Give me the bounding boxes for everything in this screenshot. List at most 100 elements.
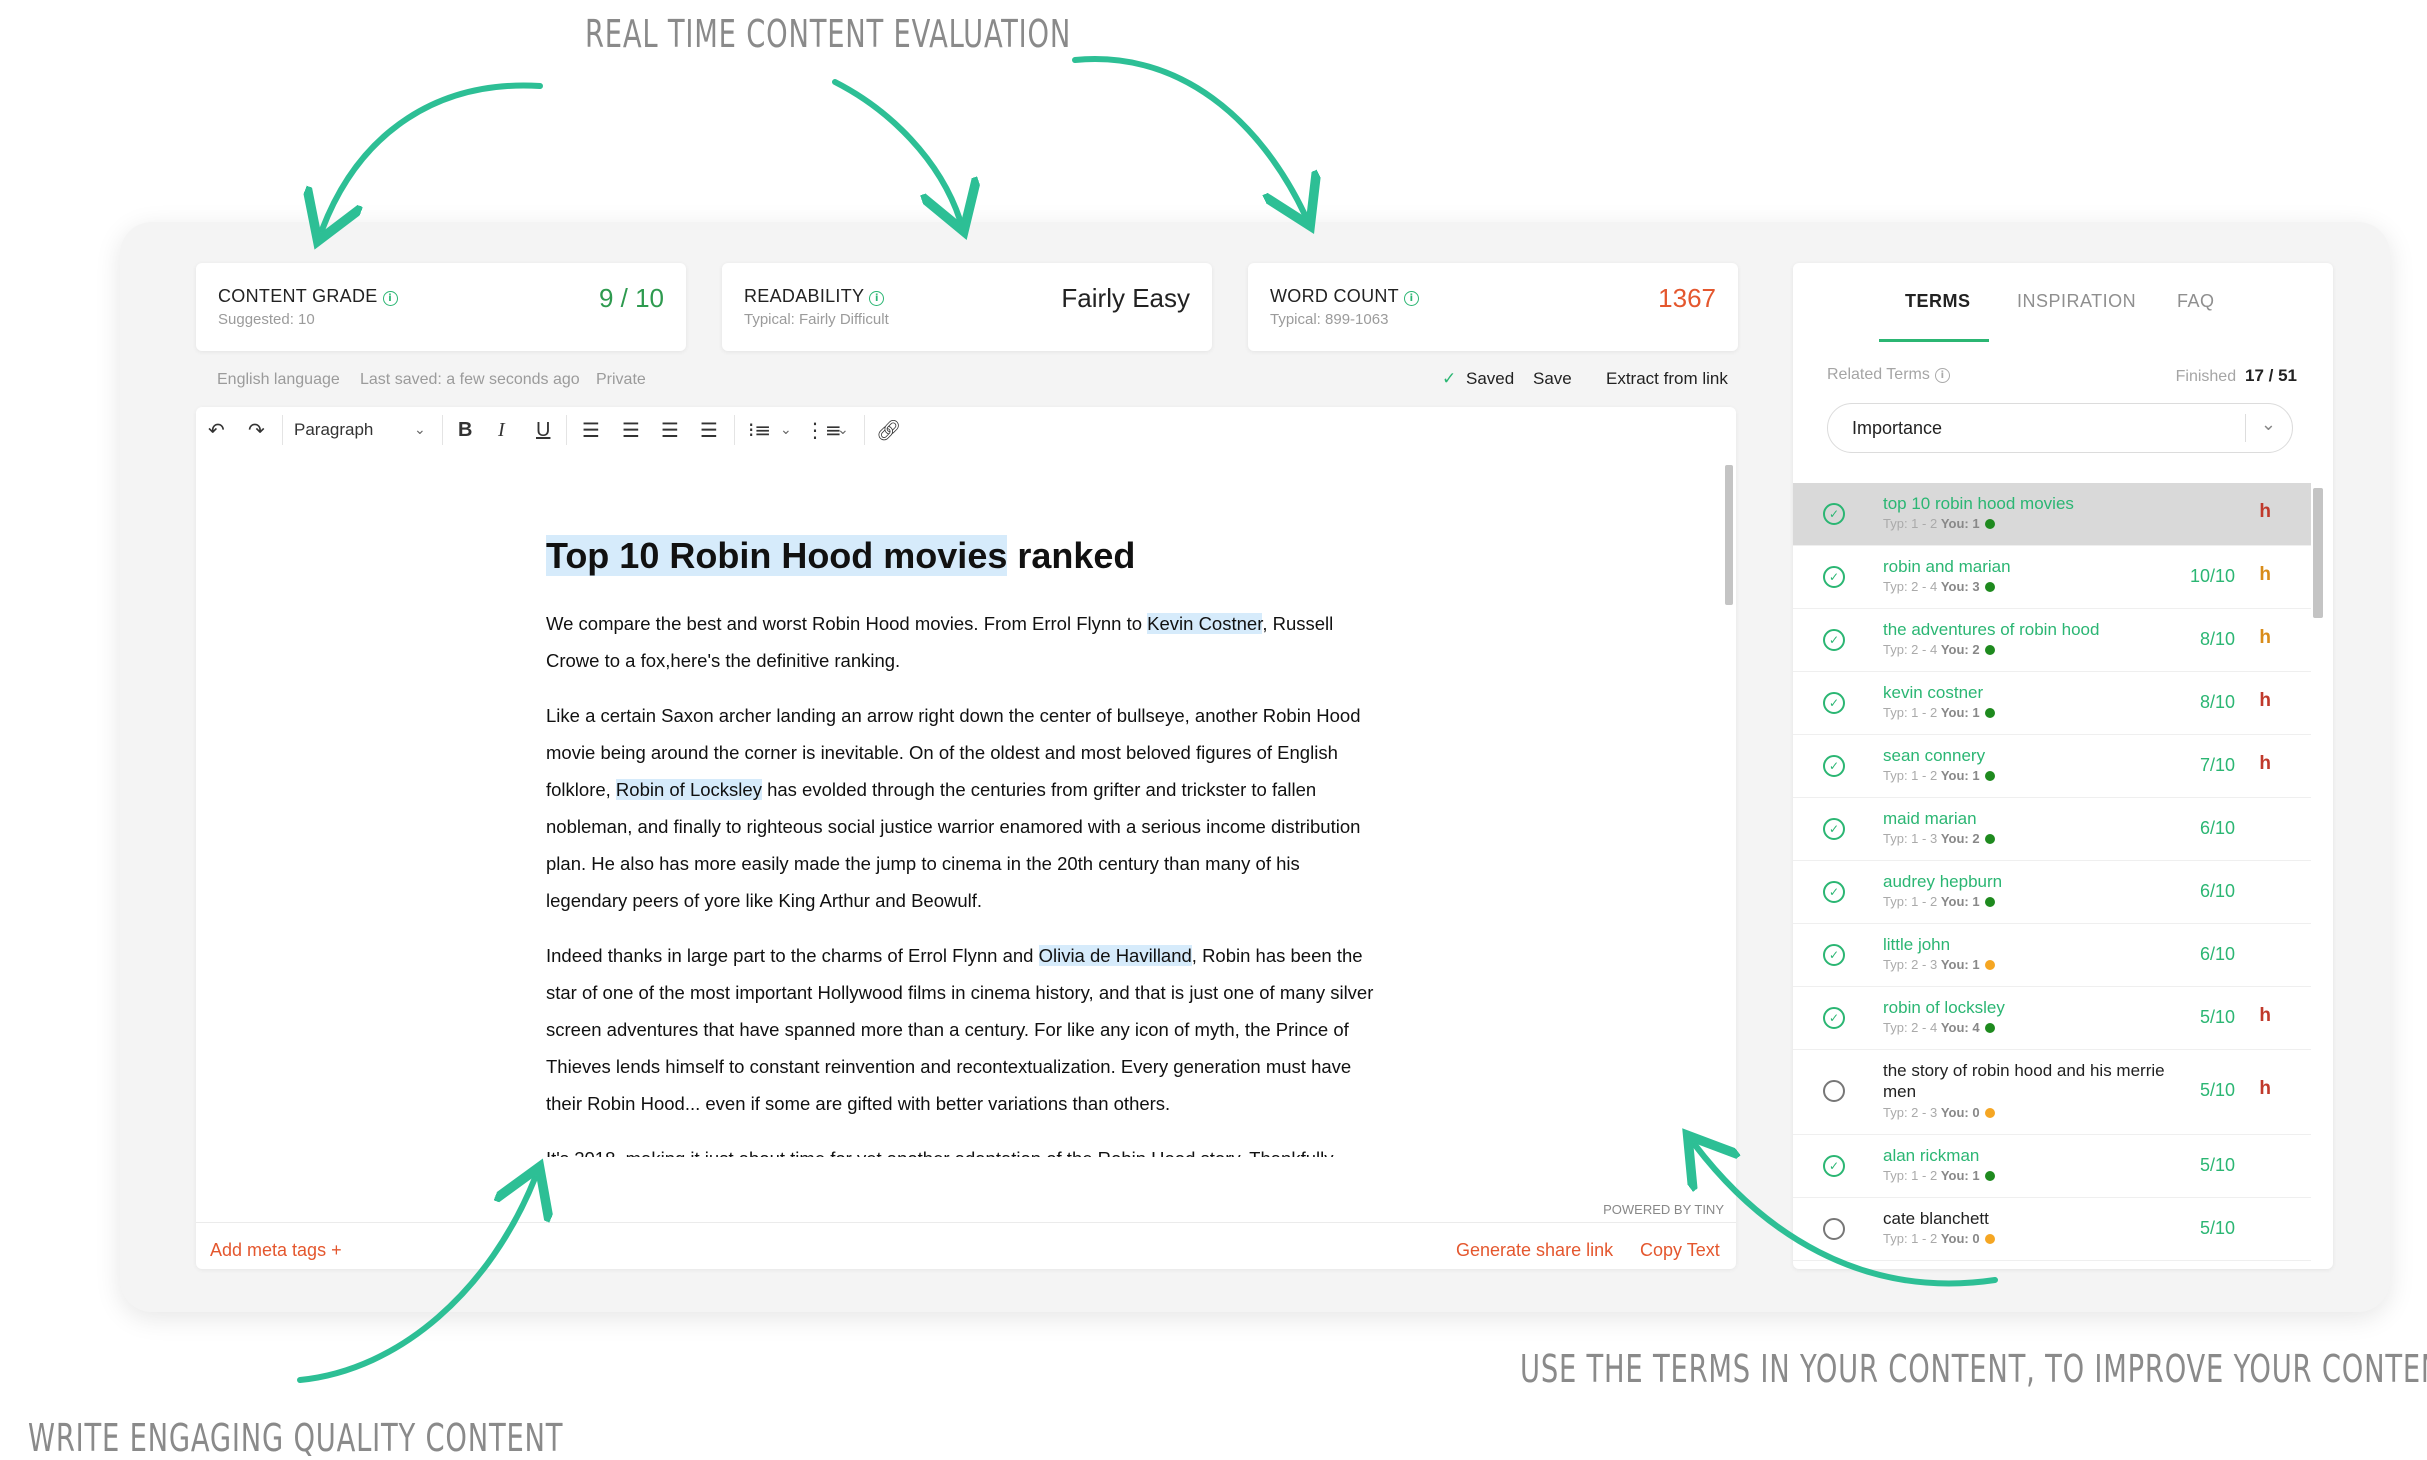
term-you-count: You: 0 <box>1940 1231 1980 1246</box>
term-you-count: You: 1 <box>1940 516 1980 531</box>
heading-flag: h <box>2259 753 2271 774</box>
align-center-icon[interactable]: ☰ <box>622 417 640 443</box>
document-title[interactable]: Top 10 Robin Hood movies ranked <box>546 535 1386 577</box>
word-count-typical: Typical: 899-1063 <box>1270 311 1389 328</box>
tab-faq[interactable]: FAQ <box>2177 291 2215 312</box>
paragraph[interactable]: It's 2018, making it just about time for… <box>546 1140 1386 1157</box>
term-name: alan rickman <box>1883 1146 1980 1165</box>
arrow-to-readability <box>832 79 960 220</box>
annotation-bottom-left: WRITE ENGAGING QUALITY CONTENT <box>28 1416 564 1460</box>
paragraph[interactable]: Like a certain Saxon archer landing an a… <box>546 697 1386 919</box>
term-row[interactable]: ✓ robin of locksley Typ: 2 - 4 You: 4 5/10 h <box>1793 987 2311 1050</box>
term-row[interactable]: ✓ sean connery Typ: 1 - 2 You: 1 7/10 h <box>1793 735 2311 798</box>
term-usage: Typ: 2 - 3 You: 0 <box>1883 1105 1995 1120</box>
align-left-icon[interactable]: ☰ <box>582 417 600 443</box>
term-typical: Typ: 1 - 2 <box>1883 516 1938 531</box>
term-row[interactable]: the story of robin hood and his merrie m… <box>1793 1050 2311 1135</box>
info-icon[interactable]: i <box>869 291 885 306</box>
generate-share-link-button[interactable]: Generate share link <box>1456 1240 1613 1261</box>
extract-from-link-button[interactable]: Extract from link <box>1606 369 1728 389</box>
paragraph[interactable]: We compare the best and worst Robin Hood… <box>546 605 1386 679</box>
term-usage: Typ: 1 - 2 You: 1 <box>1883 768 1995 783</box>
privacy-label[interactable]: Private <box>596 371 646 389</box>
term-usage: Typ: 2 - 4 You: 3 <box>1883 579 1995 594</box>
check-circle-icon: ✓ <box>1823 503 1845 525</box>
tab-inspiration[interactable]: INSPIRATION <box>2017 291 2136 312</box>
bold-button[interactable]: B <box>458 417 472 443</box>
status-dot <box>1984 645 1995 655</box>
text: , Robin has been the star of one of the … <box>546 945 1374 1114</box>
info-icon[interactable]: i <box>1403 291 1419 306</box>
term-row[interactable]: ✓ the adventures of robin hood Typ: 2 - 4 … <box>1793 609 2311 672</box>
term-usage: Typ: 1 - 2 You: 0 <box>1883 1231 1995 1246</box>
document-body[interactable]: Top 10 Robin Hood movies ranked We compa… <box>546 527 1386 1157</box>
save-button[interactable]: Save <box>1533 369 1572 389</box>
heading-flag: h <box>2259 501 2271 522</box>
copy-text-button[interactable]: Copy Text <box>1640 1240 1720 1261</box>
bullet-list-icon[interactable]: ⁝≡ <box>748 417 771 443</box>
redo-icon[interactable]: ↷ <box>248 417 265 443</box>
term-name: sean connery <box>1883 746 1986 765</box>
term-typical: Typ: 1 - 2 <box>1883 1168 1938 1183</box>
term-row[interactable]: ✓ robin and marian Typ: 2 - 4 You: 3 10/10 h <box>1793 546 2311 609</box>
text: We compare the best and worst Robin Hood… <box>546 613 1148 634</box>
tab-terms[interactable]: TERMS <box>1905 291 1971 312</box>
term-you-count: You: 1 <box>1940 894 1980 909</box>
link-icon[interactable]: 🔗︎ <box>876 417 901 443</box>
language-label[interactable]: English language <box>217 371 340 389</box>
term-row[interactable]: cate blanchett Typ: 1 - 2 You: 0 5/10 <box>1793 1198 2311 1261</box>
term-score: 8/10 <box>2199 629 2235 649</box>
chevron-down-icon[interactable]: ⌄ <box>837 417 849 443</box>
term-row[interactable]: ✓ maid marian Typ: 1 - 3 You: 2 6/10 <box>1793 798 2311 861</box>
content-grade-suggested: Suggested: 10 <box>218 311 315 328</box>
word-count-card: WORD COUNT i Typical: 899-1063 1367 <box>1248 263 1738 351</box>
title-highlight: Top 10 Robin Hood movies <box>546 535 1008 576</box>
sort-select[interactable]: Importance ⌄ <box>1827 403 2293 453</box>
undo-icon[interactable]: ↶ <box>208 417 225 443</box>
readability-typical: Typical: Fairly Difficult <box>744 311 889 328</box>
format-select[interactable]: Paragraph <box>294 417 373 443</box>
status-dot <box>1984 771 1995 781</box>
align-justify-icon[interactable]: ☰ <box>700 417 718 443</box>
term-you-count: You: 1 <box>1940 957 1980 972</box>
italic-button[interactable]: I <box>498 417 505 443</box>
sidebar-scrollbar[interactable] <box>2313 488 2323 618</box>
heading-flag: h <box>2259 627 2271 648</box>
check-circle-icon: ✓ <box>1823 881 1845 903</box>
term-typical: Typ: 1 - 2 <box>1883 894 1938 909</box>
check-circle-icon: ✓ <box>1823 566 1845 588</box>
term-name: robin and marian <box>1883 557 2011 576</box>
term-you-count: You: 4 <box>1940 1020 1980 1035</box>
term-usage: Typ: 1 - 3 You: 2 <box>1883 831 1995 846</box>
underline-button[interactable]: U <box>536 417 550 443</box>
term-you-count: You: 1 <box>1940 705 1980 720</box>
add-meta-tags-button[interactable]: Add meta tags + <box>210 1240 342 1261</box>
content-grade-card: CONTENT GRADE i Suggested: 10 9 / 10 <box>196 263 686 351</box>
finished-label: Finished <box>2175 368 2237 385</box>
align-right-icon[interactable]: ☰ <box>661 417 679 443</box>
heading-flag: h <box>2259 1078 2271 1099</box>
term-row[interactable]: ✓ little john Typ: 2 - 3 You: 1 6/10 <box>1793 924 2311 987</box>
check-circle-icon: ✓ <box>1823 692 1845 714</box>
term-row[interactable]: ✓ top 10 robin hood movies Typ: 1 - 2 You:… <box>1793 483 2311 546</box>
text: Indeed thanks in large part to the charm… <box>546 945 1039 966</box>
term-score: 8/10 <box>2199 692 2235 712</box>
term-row[interactable]: ✓ alan rickman Typ: 1 - 2 You: 1 5/10 <box>1793 1135 2311 1198</box>
info-icon[interactable]: i <box>382 291 398 306</box>
check-icon: ✓ <box>1442 369 1457 389</box>
empty-circle-icon <box>1823 1218 1845 1240</box>
term-row[interactable]: ✓ audrey hepburn Typ: 1 - 2 You: 1 6/10 <box>1793 861 2311 924</box>
chevron-down-icon: ⌄ <box>2260 414 2276 434</box>
terms-list: ✓ top 10 robin hood movies Typ: 1 - 2 You:… <box>1793 483 2311 1261</box>
check-circle-icon: ✓ <box>1823 818 1845 840</box>
term-typical: Typ: 2 - 4 <box>1883 579 1938 594</box>
info-icon[interactable]: i <box>1934 368 1950 383</box>
chevron-down-icon[interactable]: ⌄ <box>414 417 426 443</box>
status-dot <box>1984 834 1995 844</box>
chevron-down-icon[interactable]: ⌄ <box>780 417 792 443</box>
editor-scrollbar[interactable] <box>1725 465 1733 605</box>
term-row[interactable]: ✓ kevin costner Typ: 1 - 2 You: 1 8/10 h <box>1793 672 2311 735</box>
term-usage: Typ: 1 - 2 You: 1 <box>1883 1168 1995 1183</box>
status-dot <box>1984 1108 1995 1118</box>
paragraph[interactable]: Indeed thanks in large part to the charm… <box>546 937 1386 1122</box>
